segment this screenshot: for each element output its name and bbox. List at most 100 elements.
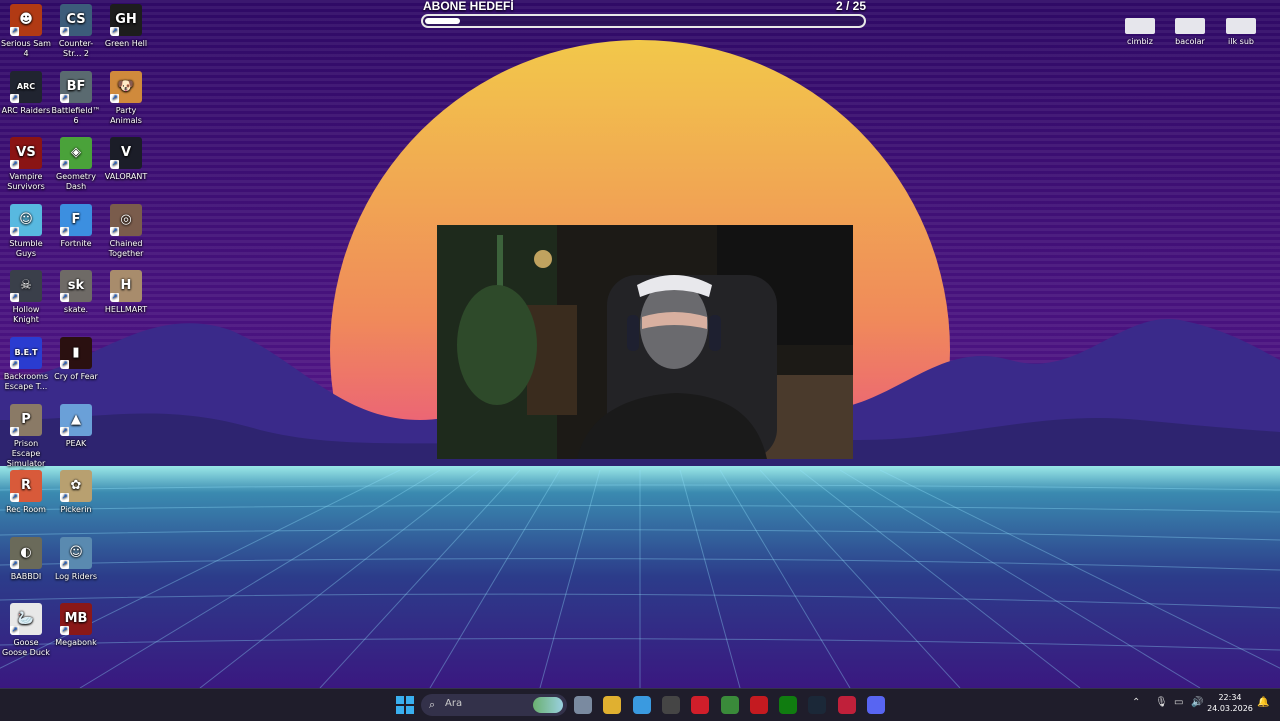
desktop-icon[interactable]: B.E.T ↗ Backrooms Escape T...	[0, 337, 52, 392]
shortcut-arrow-icon: ↗	[10, 27, 19, 36]
desktop-icon[interactable]: P↗Prison Escape Simulator D...	[0, 403, 52, 479]
taskbar-app-chrome-icon[interactable]	[632, 696, 651, 714]
desktop-icon[interactable]: ☺ ↗ Log Riders	[50, 536, 102, 582]
desktop-icon[interactable]: ✿ ↗ Pickerin	[50, 470, 102, 515]
desktop-icon-label: Rec Room	[6, 505, 46, 515]
taskbar-app-xbox-app-icon[interactable]	[720, 696, 739, 714]
desktop-shortcut-ilk-sub[interactable]: ilk sub	[1219, 18, 1263, 46]
taskbar-app-obs-icon[interactable]	[661, 696, 680, 714]
microphone-icon[interactable]: 🎙	[1155, 697, 1168, 708]
shortcut-arrow-icon: ↗	[10, 360, 19, 369]
app-glyph: ☺	[19, 211, 33, 227]
app-glyph: P	[21, 411, 31, 427]
taskbar-app-file-explorer-icon[interactable]	[603, 696, 622, 714]
desktop-icon-label: Hollow Knight	[12, 305, 40, 325]
network-icon[interactable]: ▭	[1174, 697, 1183, 708]
desktop-icon[interactable]: 🐶 ↗ Party Animals	[100, 70, 152, 126]
taskbar-clock[interactable]: 22:34 24.03.2026	[1206, 692, 1254, 714]
desktop-icon[interactable]: R ↗ Rec Room	[0, 470, 52, 515]
search-highlight-icon	[533, 697, 563, 713]
taskbar-app-discord-icon[interactable]	[867, 696, 885, 714]
taskbar-app-amd-software-icon[interactable]	[749, 696, 768, 714]
windows-logo-icon	[396, 696, 414, 714]
shortcut-arrow-icon: ↗	[110, 226, 119, 236]
app-icon: ▮ ↗	[60, 337, 92, 369]
app-icon: CS ↗	[60, 4, 92, 36]
shortcut-arrow-icon: ↗	[10, 160, 19, 170]
app-icon: ☻ ↗	[10, 4, 42, 36]
desktop-icon[interactable]: ◈ ↗ Geometry Dash	[50, 137, 102, 192]
taskbar-app-xbox-icon[interactable]	[779, 696, 798, 714]
app-icon: BF ↗	[60, 70, 92, 103]
desktop-icon-label: Chained Together	[108, 238, 144, 258]
desktop-icon-label: Pickerin	[60, 505, 92, 515]
clock-time: 22:34	[1218, 693, 1242, 702]
desktop-icon[interactable]: ▲ ↗ PEAK	[50, 403, 102, 449]
app-glyph: BF	[66, 78, 86, 94]
app-icon: ▲ ↗	[60, 403, 92, 436]
app-icon: 🐶 ↗	[110, 70, 142, 103]
shortcut-arrow-icon: ↗	[10, 93, 19, 103]
desktop-icon[interactable]: 🦢 ↗ Goose Goose Duck	[0, 603, 52, 658]
app-icon: ◐ ↗	[10, 536, 42, 569]
shortcut-label: cimbiz	[1127, 37, 1153, 46]
shortcut-arrow-icon: ↗	[60, 160, 69, 170]
app-glyph: sk	[67, 278, 85, 294]
goal-progress-bar	[421, 14, 866, 28]
app-glyph: VS	[16, 145, 36, 161]
app-icon: ☠ ↗	[10, 270, 42, 303]
notification-icon[interactable]: 🔔	[1257, 697, 1269, 708]
shortcut-arrow-icon: ↗	[10, 426, 19, 436]
desktop-shortcut-bacolar[interactable]: bacolar	[1168, 18, 1212, 46]
desktop-icon-label: Backrooms Escape T...	[3, 372, 49, 391]
desktop-icon[interactable]: sk ↗ skate.	[50, 270, 102, 315]
shortcut-file-icon	[1175, 18, 1205, 34]
desktop-shortcut-cimbiz[interactable]: cimbiz	[1118, 18, 1162, 46]
desktop-icon-label: Battlefield™ 6	[51, 105, 101, 125]
desktop-icon[interactable]: ☺ ↗ Stumble Guys	[0, 203, 52, 259]
app-glyph: F	[71, 211, 81, 227]
desktop-icon[interactable]: ▮ ↗ Cry of Fear	[50, 337, 102, 382]
app-glyph: ◈	[71, 145, 81, 161]
desktop-icon[interactable]: H ↗ HELLMART	[100, 270, 152, 315]
search-icon: ⌕	[429, 698, 436, 711]
volume-icon[interactable]: 🔊	[1191, 697, 1203, 708]
app-glyph: ✿	[70, 478, 82, 494]
desktop-icon[interactable]: ☠ ↗ Hollow Knight	[0, 270, 52, 325]
desktop-icon-label: Cry of Fear	[54, 372, 98, 381]
taskbar: ⌕ Ara ⌃ 🎙 ▭ 🔊 22:34 24.03.2026 🔔	[0, 688, 1280, 721]
desktop-icon[interactable]: VS ↗ Vampire Survivors	[0, 137, 52, 192]
desktop-icon[interactable]: GH ↗ Green Hell	[100, 4, 152, 49]
desktop-icon[interactable]: ◎ ↗ Chained Together	[100, 203, 152, 259]
desktop-icon[interactable]: ARC ↗ ARC Raiders	[0, 70, 52, 116]
taskbar-app-settings-icon[interactable]	[574, 696, 592, 714]
app-glyph: ☠	[20, 278, 32, 294]
subscriber-goal-widget: ABONE HEDEFİ 2 / 25	[421, 0, 868, 32]
start-button[interactable]	[396, 696, 414, 714]
taskbar-app-opera-icon[interactable]	[691, 696, 710, 714]
app-icon: ☺ ↗	[60, 536, 92, 569]
shortcut-arrow-icon: ↗	[60, 559, 69, 569]
desktop-icon[interactable]: V ↗ VALORANT	[100, 137, 152, 182]
desktop-icon[interactable]: BF ↗ Battlefield™ 6	[50, 70, 102, 126]
app-glyph: ☻	[19, 12, 33, 27]
desktop-icon[interactable]: ◐ ↗ BABBDI	[0, 536, 52, 582]
app-icon: MB ↗	[60, 603, 92, 636]
app-glyph: ▲	[71, 411, 81, 427]
show-hidden-icons-button[interactable]: ⌃	[1132, 697, 1140, 708]
taskbar-search[interactable]: ⌕ Ara	[421, 694, 567, 716]
desktop-icon[interactable]: F ↗ Fortnite	[50, 203, 102, 249]
desktop-icon-label: skate.	[63, 305, 89, 315]
desktop-icon[interactable]: CS ↗ Counter-Str... 2	[50, 4, 102, 59]
taskbar-app-steam-icon[interactable]	[808, 696, 827, 714]
desktop-icon[interactable]: ☻ ↗ Serious Sam 4	[0, 4, 52, 59]
shortcut-file-icon	[1125, 18, 1155, 34]
app-icon: sk ↗	[60, 270, 92, 303]
shortcut-arrow-icon: ↗	[10, 493, 19, 503]
app-glyph: ▮	[72, 345, 80, 360]
taskbar-app-opera-gx-icon[interactable]	[837, 696, 856, 714]
app-glyph: B.E.T	[14, 348, 38, 357]
goal-progress-fill	[425, 18, 460, 24]
desktop-icon[interactable]: MB ↗ Megabonk	[50, 603, 102, 648]
shortcut-arrow-icon: ↗	[10, 626, 19, 636]
